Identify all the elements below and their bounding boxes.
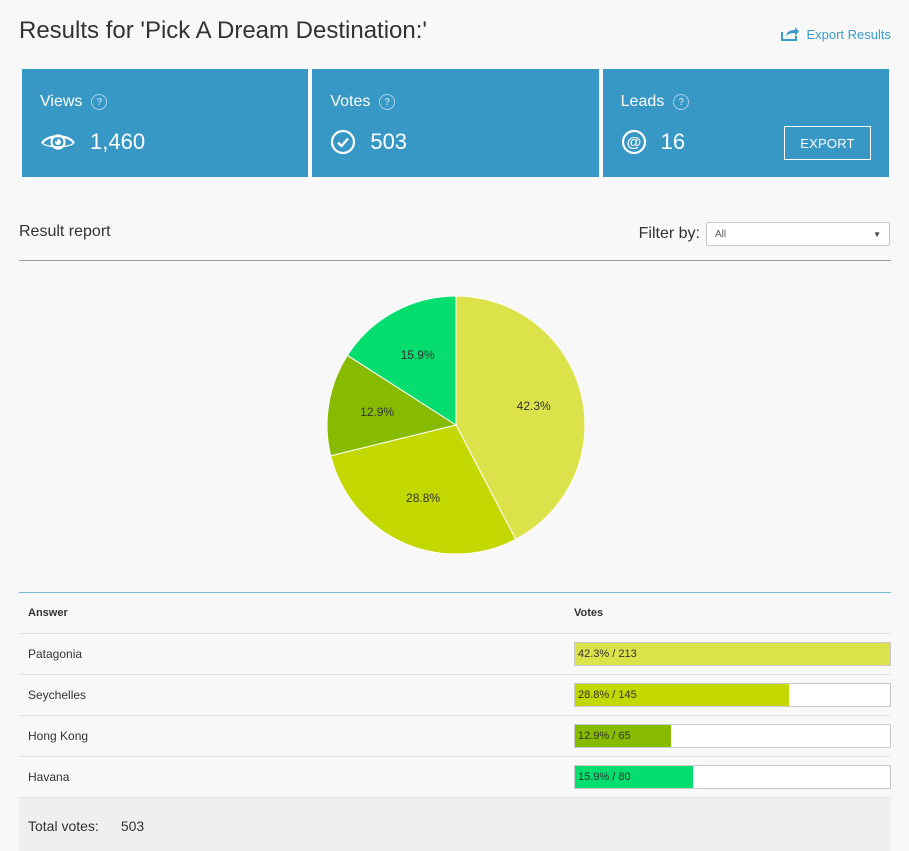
export-results-link[interactable]: Export Results bbox=[780, 26, 891, 42]
divider bbox=[19, 260, 891, 261]
help-icon[interactable]: ? bbox=[673, 94, 690, 110]
votes-label: Votes bbox=[330, 93, 371, 110]
table-row: Seychelles 28.8% / 145 bbox=[19, 675, 891, 716]
votes-card: Votes ? 503 bbox=[312, 69, 599, 177]
results-pie-chart: 42.3% 28.8% 12.9% 15.9% bbox=[326, 295, 586, 555]
total-votes-label: Total votes: bbox=[28, 817, 99, 834]
answer-cell: Havana bbox=[28, 770, 70, 784]
vote-bar-text: 42.3% / 213 bbox=[578, 648, 637, 660]
leads-label: Leads bbox=[620, 93, 665, 110]
views-card: Views ? 1,460 bbox=[22, 69, 309, 177]
at-icon: @ bbox=[621, 129, 647, 155]
results-table: Answer Votes Patagonia 42.3% / 213 Seychel… bbox=[19, 592, 891, 851]
export-icon bbox=[780, 26, 800, 42]
pie-slice-label: 15.9% bbox=[401, 348, 435, 362]
report-title: Result report bbox=[19, 223, 111, 240]
votes-column-header: Votes bbox=[574, 607, 604, 619]
pie-slice-label: 42.3% bbox=[517, 399, 551, 413]
table-row: Hong Kong 12.9% / 65 bbox=[19, 716, 891, 757]
leads-card: Leads ? @ 16 EXPORT bbox=[602, 69, 889, 177]
filter-value: All bbox=[715, 228, 727, 240]
votes-value: 503 bbox=[370, 129, 408, 154]
export-results-label: Export Results bbox=[806, 26, 891, 42]
leads-value: 16 bbox=[660, 129, 686, 154]
export-leads-button[interactable]: EXPORT bbox=[783, 126, 871, 160]
vote-bar-text: 12.9% / 65 bbox=[578, 730, 631, 742]
help-icon[interactable]: ? bbox=[379, 94, 396, 110]
answer-cell: Hong Kong bbox=[28, 729, 89, 743]
views-label: Views bbox=[40, 93, 83, 110]
vote-bar: 12.9% / 65 bbox=[574, 724, 891, 748]
answer-cell: Patagonia bbox=[28, 647, 83, 661]
filter-label: Filter by: bbox=[638, 225, 700, 242]
vote-bar-text: 15.9% / 80 bbox=[578, 771, 631, 783]
filter-select[interactable]: All ▼ bbox=[706, 222, 890, 246]
vote-bar: 28.8% / 145 bbox=[574, 683, 891, 707]
views-value: 1,460 bbox=[90, 129, 146, 154]
table-header: Answer Votes bbox=[19, 593, 891, 634]
stats-row: Views ? 1,460 Votes ? 503 Leads ? @ 16 E… bbox=[22, 69, 889, 177]
table-row: Patagonia 42.3% / 213 bbox=[19, 634, 891, 675]
total-votes: Total votes: 503 bbox=[19, 798, 891, 851]
pie-slice-label: 12.9% bbox=[360, 405, 394, 419]
chevron-down-icon: ▼ bbox=[873, 229, 881, 239]
answer-cell: Seychelles bbox=[28, 688, 87, 702]
table-row: Havana 15.9% / 80 bbox=[19, 757, 891, 798]
eye-icon bbox=[40, 131, 76, 153]
vote-bar: 42.3% / 213 bbox=[574, 642, 891, 666]
page-title: Results for 'Pick A Dream Destination:' bbox=[19, 17, 427, 44]
pie-slice-label: 28.8% bbox=[406, 491, 440, 505]
answer-column-header: Answer bbox=[28, 607, 68, 619]
total-votes-value: 503 bbox=[120, 817, 145, 834]
vote-bar: 15.9% / 80 bbox=[574, 765, 891, 789]
svg-text:@: @ bbox=[626, 134, 641, 151]
filter: Filter by: All ▼ bbox=[639, 222, 890, 246]
vote-bar-text: 28.8% / 145 bbox=[578, 689, 637, 701]
check-circle-icon bbox=[330, 129, 356, 155]
help-icon[interactable]: ? bbox=[91, 94, 108, 110]
